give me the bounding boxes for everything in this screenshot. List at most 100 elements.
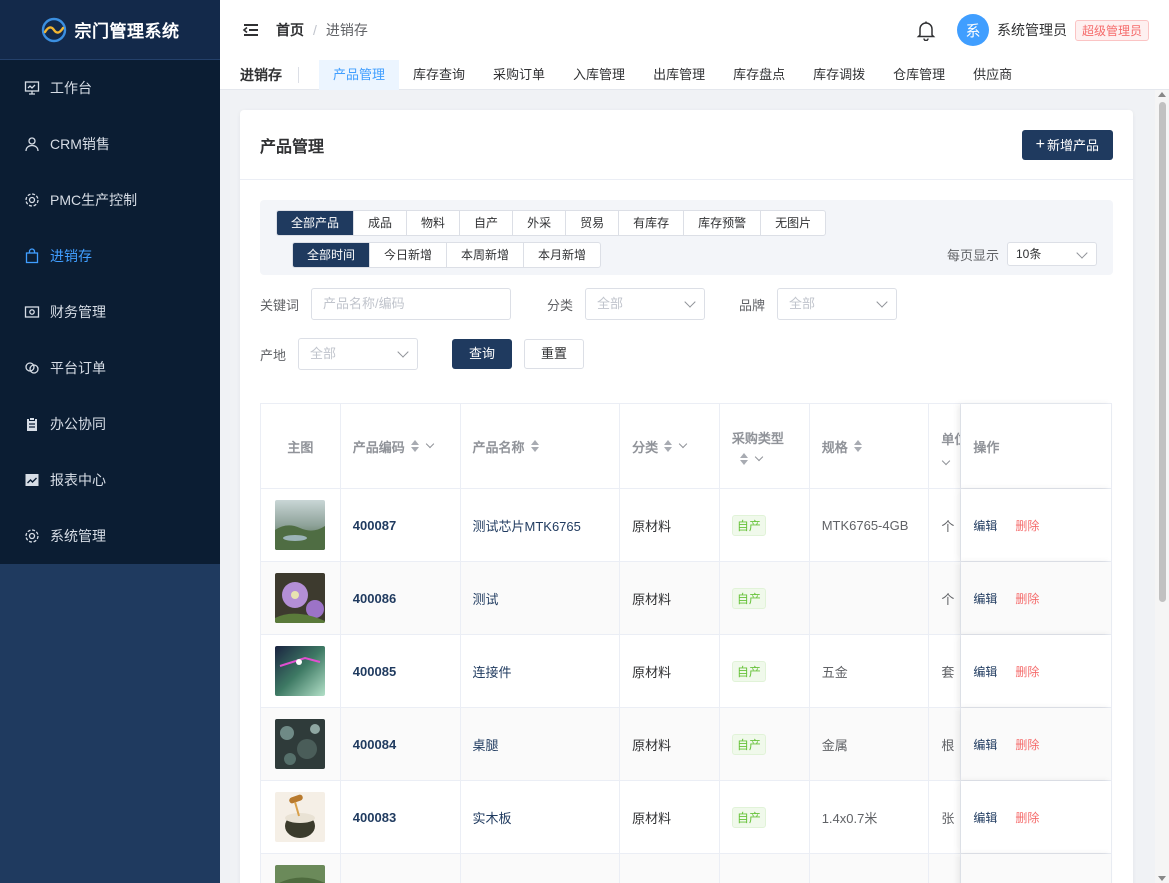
delete-button[interactable]: 删除 <box>1015 590 1039 607</box>
filter-this-week[interactable]: 本周新增 <box>447 243 525 267</box>
scroll-up-icon[interactable] <box>1158 92 1166 97</box>
sidebar-item-reports[interactable]: 报表中心 <box>0 452 220 508</box>
sort-icon[interactable] <box>410 440 419 452</box>
product-name[interactable]: 测试 <box>473 589 499 608</box>
category-select[interactable]: 全部 <box>585 288 706 320</box>
product-name[interactable]: 测试芯片MTK6765 <box>473 516 581 535</box>
filter-chevron-icon[interactable] <box>678 439 688 449</box>
product-name[interactable]: 连接件 <box>473 662 512 681</box>
edit-button[interactable]: 编辑 <box>973 517 997 534</box>
col-code[interactable]: 产品编码 <box>341 404 461 488</box>
sidebar-item-office[interactable]: 办公协同 <box>0 396 220 452</box>
product-thumbnail[interactable] <box>275 792 326 842</box>
filter-chevron-icon[interactable] <box>425 439 435 449</box>
filter-finished[interactable]: 成品 <box>354 211 408 235</box>
filter-chevron-icon[interactable] <box>754 452 764 461</box>
sidebar-item-inventory[interactable]: 进销存 <box>0 228 220 284</box>
filter-this-month[interactable]: 本月新增 <box>524 243 600 267</box>
sort-icon[interactable] <box>664 440 673 452</box>
filter-no-image[interactable]: 无图片 <box>761 211 825 235</box>
sidebar-item-platform-orders[interactable]: 平台订单 <box>0 340 220 396</box>
edit-button[interactable]: 编辑 <box>973 663 997 680</box>
product-code[interactable]: 400083 <box>353 810 396 825</box>
edit-button[interactable]: 编辑 <box>973 809 997 826</box>
tab-stocktake[interactable]: 库存盘点 <box>719 60 799 90</box>
delete-button[interactable]: 删除 <box>1015 663 1039 680</box>
tab-outbound[interactable]: 出库管理 <box>639 60 719 90</box>
sidebar-item-workbench[interactable]: 工作台 <box>0 60 220 116</box>
avatar[interactable]: 系 <box>956 14 989 46</box>
origin-select[interactable]: 全部 <box>298 338 419 370</box>
filter-material[interactable]: 物料 <box>407 211 461 235</box>
sidebar-item-crm[interactable]: CRM销售 <box>0 116 220 172</box>
page-scrollbar[interactable] <box>1155 90 1169 883</box>
sidebar-item-pmc[interactable]: PMC生产控制 <box>0 172 220 228</box>
filter-today[interactable]: 今日新增 <box>370 243 448 267</box>
product-name[interactable]: 实木板 <box>473 808 512 827</box>
product-thumbnail[interactable] <box>275 573 326 623</box>
product-code[interactable]: 400087 <box>353 518 396 533</box>
sort-icon[interactable] <box>530 440 539 452</box>
product-name[interactable]: 桌腿 <box>473 735 499 754</box>
tab-inbound[interactable]: 入库管理 <box>559 60 639 90</box>
filter-stock-warning[interactable]: 库存预警 <box>684 211 762 235</box>
sort-icon[interactable] <box>853 440 862 452</box>
scroll-down-icon[interactable] <box>1158 876 1166 881</box>
clipboard-icon <box>24 416 40 432</box>
menu-fold-icon[interactable] <box>242 21 260 39</box>
tab-warehouse[interactable]: 仓库管理 <box>879 60 959 90</box>
keyword-input[interactable]: 产品名称/编码 <box>311 288 512 320</box>
filter-in-stock[interactable]: 有库存 <box>619 211 685 235</box>
product-thumbnail[interactable] <box>275 500 326 550</box>
money-icon <box>24 304 40 320</box>
page-size-select[interactable]: 10条 <box>1007 242 1097 266</box>
brand[interactable]: 宗门管理系统 <box>0 0 220 60</box>
sidebar-item-label: CRM销售 <box>50 136 110 152</box>
tab-purchase-orders[interactable]: 采购订单 <box>479 60 559 90</box>
edit-button[interactable]: 编辑 <box>973 590 997 607</box>
product-thumbnail[interactable] <box>275 646 326 696</box>
filter-chevron-icon[interactable] <box>942 456 951 465</box>
edit-button[interactable]: 编辑 <box>973 736 997 753</box>
col-name-label: 产品名称 <box>472 439 525 455</box>
cell-unit: 个 <box>929 562 962 634</box>
col-spec[interactable]: 规格 <box>810 404 930 488</box>
tab-stock-query[interactable]: 库存查询 <box>399 60 479 90</box>
product-thumbnail[interactable] <box>275 719 326 769</box>
col-purchase-type[interactable]: 采购类型 <box>720 404 810 488</box>
reset-button[interactable]: 重置 <box>524 339 584 369</box>
filter-all-time[interactable]: 全部时间 <box>293 243 371 267</box>
search-button[interactable]: 查询 <box>452 339 512 369</box>
delete-button[interactable]: 删除 <box>1015 517 1039 534</box>
filter-trade[interactable]: 贸易 <box>566 211 620 235</box>
filter-outsourced[interactable]: 外采 <box>513 211 567 235</box>
cell-spec: 1.4x0.7米 <box>810 781 930 853</box>
col-unit[interactable]: 单位 <box>929 404 962 488</box>
cell-code: 400083 <box>341 781 461 853</box>
tab-supplier[interactable]: 供应商 <box>959 60 1026 90</box>
tab-transfer[interactable]: 库存调拨 <box>799 60 879 90</box>
sort-icon[interactable] <box>739 452 748 465</box>
filter-self-produced[interactable]: 自产 <box>460 211 514 235</box>
add-product-button[interactable]: + 新增产品 <box>1021 129 1113 160</box>
bell-icon[interactable] <box>915 19 937 41</box>
product-code[interactable]: 400085 <box>353 664 396 679</box>
delete-button[interactable]: 删除 <box>1015 736 1039 753</box>
table-row: 400087 测试芯片MTK6765 原材料 自产 MTK6765-4GB 个 … <box>261 489 1111 562</box>
breadcrumb-home[interactable]: 首页 <box>276 20 304 40</box>
sidebar-item-system[interactable]: 系统管理 <box>0 508 220 564</box>
filter-all-products[interactable]: 全部产品 <box>277 211 355 235</box>
scrollbar-thumb[interactable] <box>1159 102 1166 602</box>
col-name[interactable]: 产品名称 <box>461 404 621 488</box>
product-code[interactable]: 400086 <box>353 591 396 606</box>
delete-button[interactable]: 删除 <box>1015 809 1039 826</box>
brand-select[interactable]: 全部 <box>777 288 898 320</box>
sidebar-item-finance[interactable]: 财务管理 <box>0 284 220 340</box>
user-name[interactable]: 系统管理员 <box>997 20 1067 40</box>
product-code[interactable]: 400084 <box>353 737 396 752</box>
time-filter-tabs: 全部时间 今日新增 本周新增 本月新增 <box>292 242 602 268</box>
col-category[interactable]: 分类 <box>620 404 720 488</box>
product-thumbnail[interactable] <box>275 865 326 883</box>
quick-filter-box: 全部产品 成品 物料 自产 外采 贸易 有库存 库存预警 无图片 全部时间 今日… <box>260 200 1113 275</box>
tab-product-management[interactable]: 产品管理 <box>319 59 400 90</box>
